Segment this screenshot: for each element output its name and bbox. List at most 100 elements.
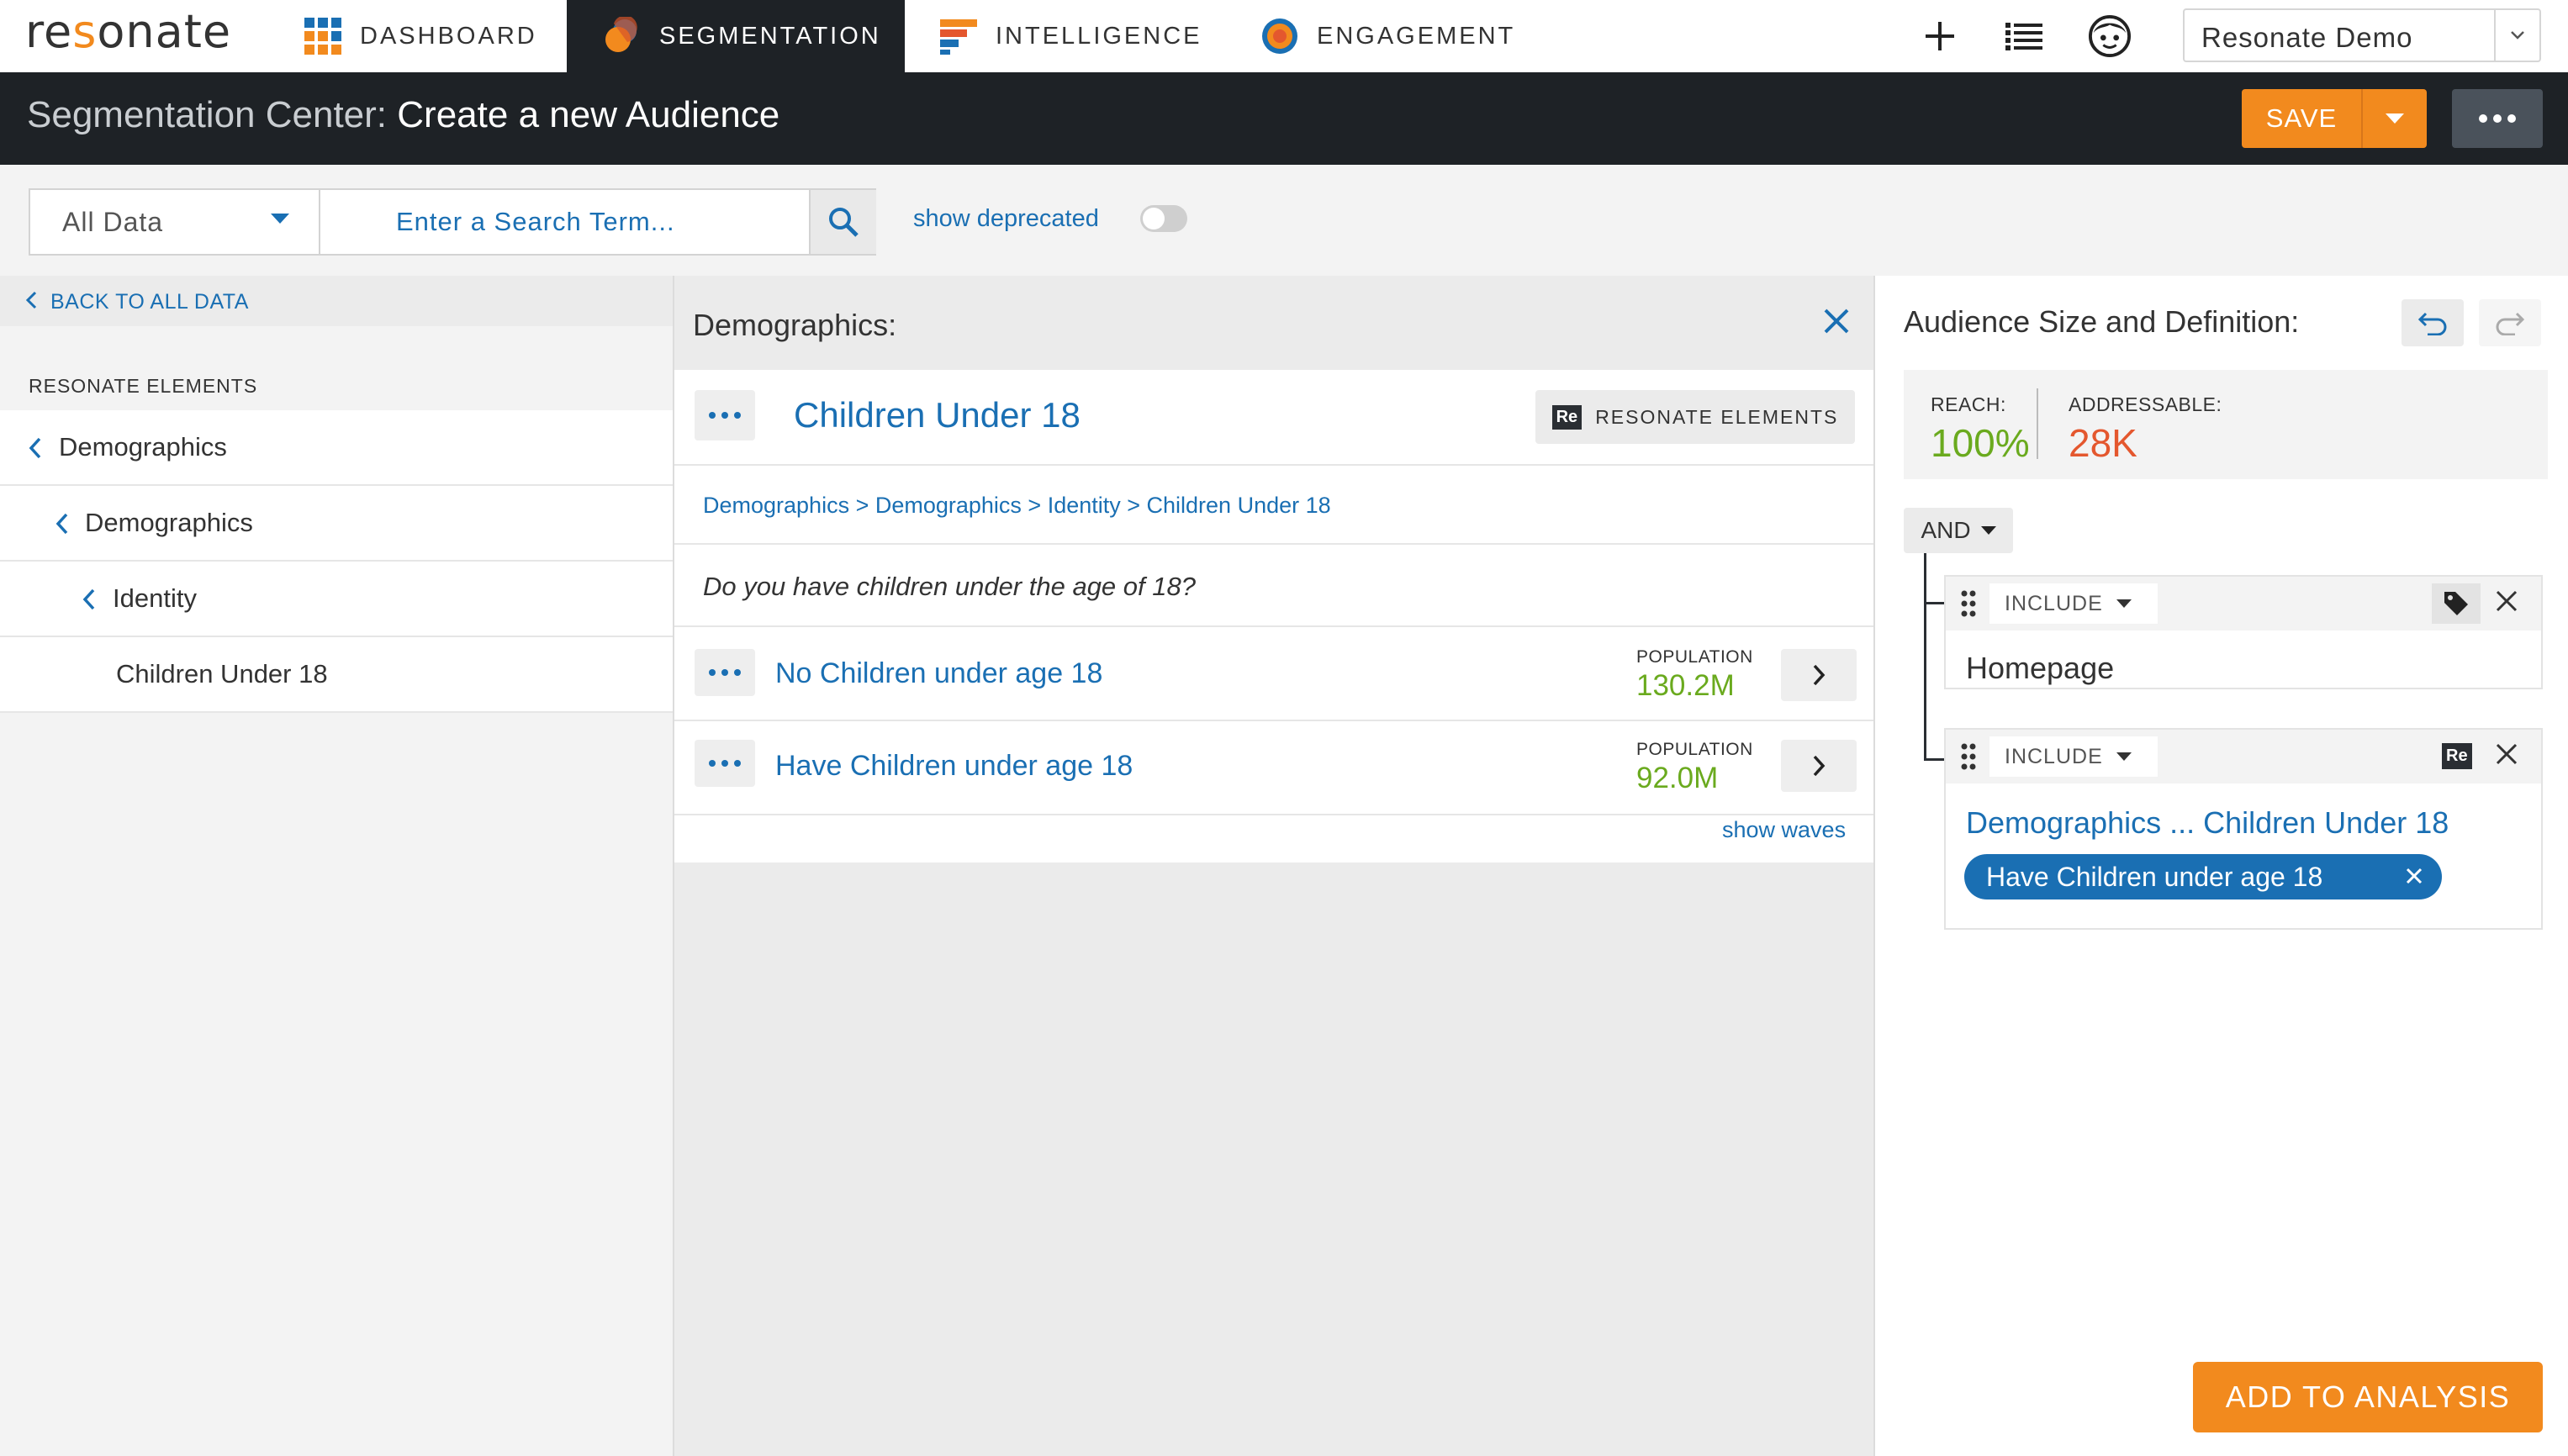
search-box: All Data bbox=[29, 188, 876, 256]
option-label[interactable]: Have Children under age 18 bbox=[775, 750, 1133, 783]
include-label: INCLUDE bbox=[2005, 744, 2103, 768]
tab-segmentation[interactable]: SEGMENTATION bbox=[567, 0, 905, 72]
tree-item-demographics[interactable]: Demographics bbox=[0, 410, 673, 486]
option-menu-button[interactable] bbox=[695, 740, 755, 787]
chevron-right-icon bbox=[1812, 664, 1826, 686]
tree-item-children-under-18[interactable]: Children Under 18 bbox=[0, 637, 673, 713]
reach-label: REACH: bbox=[1931, 393, 2006, 415]
audience-rule: INCLUDE Re Demographics ... Children Und… bbox=[1944, 728, 2543, 930]
account-selector[interactable]: Resonate Demo bbox=[2183, 8, 2541, 62]
audience-rule: INCLUDE Homepage bbox=[1944, 575, 2543, 689]
badge-label: RESONATE ELEMENTS bbox=[1595, 405, 1839, 428]
drag-handle-icon[interactable] bbox=[1961, 743, 1976, 770]
divider bbox=[674, 814, 1873, 815]
include-select[interactable]: INCLUDE bbox=[1989, 736, 2158, 777]
audience-size-box: REACH: 100% ADDRESSABLE: 28K bbox=[1904, 370, 2548, 479]
population-label: POPULATION bbox=[1636, 740, 1753, 759]
toggle-knob bbox=[1143, 208, 1165, 229]
tab-engagement[interactable]: ENGAGEMENT bbox=[1261, 0, 1515, 72]
tab-dashboard-label: DASHBOARD bbox=[360, 22, 537, 50]
population-label: POPULATION bbox=[1636, 647, 1753, 667]
ellipsis-icon bbox=[709, 669, 741, 676]
data-scope-select[interactable]: All Data bbox=[30, 190, 320, 254]
attribute-menu-button[interactable] bbox=[695, 390, 755, 440]
divider bbox=[674, 543, 1873, 545]
chevron-left-icon bbox=[55, 513, 69, 535]
population-value: 130.2M bbox=[1636, 669, 1735, 702]
tree-item-demographics-sub[interactable]: Demographics bbox=[0, 486, 673, 562]
undo-icon bbox=[2417, 310, 2448, 335]
add-option-button[interactable] bbox=[1781, 649, 1857, 701]
attribute-card: Children Under 18 Re RESONATE ELEMENTS D… bbox=[674, 370, 1873, 863]
tree-item-label: Identity bbox=[113, 583, 197, 613]
show-waves-link[interactable]: show waves bbox=[1722, 817, 1846, 843]
tab-dashboard[interactable]: DASHBOARD bbox=[304, 0, 537, 72]
title-bar: Segmentation Center: Create a new Audien… bbox=[0, 72, 2568, 165]
section-label: RESONATE ELEMENTS bbox=[29, 375, 258, 397]
add-option-button[interactable] bbox=[1781, 740, 1857, 792]
redo-button[interactable] bbox=[2479, 299, 2541, 346]
top-navigation: resonate DASHBOARD SEGMENTATION INTELLIG… bbox=[0, 0, 2568, 72]
audience-panel-title: Audience Size and Definition: bbox=[1904, 304, 2300, 339]
search-button[interactable] bbox=[809, 190, 876, 254]
data-scope-value: All Data bbox=[62, 207, 164, 237]
connector-mask bbox=[1924, 761, 1944, 1038]
list-item: No Children under age 18 POPULATION 130.… bbox=[674, 627, 1873, 720]
tab-engagement-label: ENGAGEMENT bbox=[1317, 22, 1516, 50]
caret-down-icon bbox=[1980, 526, 1996, 535]
resonate-logo[interactable]: resonate bbox=[25, 5, 231, 58]
tab-intelligence-label: INTELLIGENCE bbox=[996, 22, 1202, 50]
rule-value: Homepage bbox=[1966, 651, 2115, 685]
tab-intelligence[interactable]: INTELLIGENCE bbox=[940, 0, 1202, 72]
category-header: Demographics: bbox=[674, 276, 1873, 370]
addressable-label: ADDRESSABLE: bbox=[2069, 393, 2222, 415]
operator-select[interactable]: AND bbox=[1904, 508, 2013, 553]
chevron-left-icon bbox=[25, 291, 37, 309]
option-menu-button[interactable] bbox=[695, 649, 755, 696]
save-split-button: SAVE bbox=[2242, 89, 2427, 148]
undo-button[interactable] bbox=[2402, 299, 2464, 346]
show-deprecated-toggle[interactable] bbox=[1140, 205, 1187, 232]
search-icon bbox=[828, 207, 859, 237]
bars-icon bbox=[940, 18, 977, 55]
chevron-left-icon bbox=[29, 437, 42, 459]
search-input[interactable] bbox=[320, 190, 795, 254]
show-deprecated-label: show deprecated bbox=[913, 205, 1099, 232]
divider bbox=[674, 464, 1873, 466]
back-label: BACK TO ALL DATA bbox=[50, 290, 249, 314]
tag-button[interactable] bbox=[2432, 583, 2481, 624]
category-title: Demographics: bbox=[693, 308, 897, 342]
caret-down-icon bbox=[2116, 752, 2132, 761]
more-options-button[interactable] bbox=[2452, 89, 2543, 148]
include-select[interactable]: INCLUDE bbox=[1989, 583, 2158, 624]
search-bar: All Data show deprecated bbox=[0, 165, 2568, 276]
save-button[interactable]: SAVE bbox=[2242, 89, 2361, 148]
include-label: INCLUDE bbox=[2005, 591, 2103, 615]
close-icon[interactable] bbox=[2494, 741, 2519, 767]
re-logo-badge: Re bbox=[1551, 404, 1583, 430]
list-item: Have Children under age 18 POPULATION 92… bbox=[674, 721, 1873, 814]
reach-value: 100% bbox=[1931, 421, 2030, 465]
selected-option-chip: Have Children under age 18 bbox=[1964, 854, 2442, 899]
right-panel: Audience Size and Definition: REACH: 100… bbox=[1875, 276, 2568, 1456]
divider bbox=[2037, 388, 2038, 459]
rule-value[interactable]: Demographics ... Children Under 18 bbox=[1966, 805, 2449, 841]
chip-label: Have Children under age 18 bbox=[1986, 862, 2323, 892]
add-to-analysis-button[interactable]: ADD TO ANALYSIS bbox=[2193, 1362, 2543, 1432]
tree-item-label: Demographics bbox=[85, 508, 253, 537]
user-avatar-icon[interactable] bbox=[2089, 15, 2131, 57]
option-label[interactable]: No Children under age 18 bbox=[775, 657, 1102, 690]
remove-chip-icon[interactable] bbox=[2405, 867, 2423, 885]
close-icon[interactable] bbox=[2494, 588, 2519, 614]
save-options-button[interactable] bbox=[2361, 89, 2427, 148]
list-icon[interactable] bbox=[2003, 15, 2045, 57]
tree-item-label: Children Under 18 bbox=[116, 659, 328, 688]
back-to-all-data-link[interactable]: BACK TO ALL DATA bbox=[0, 276, 673, 326]
plus-icon[interactable] bbox=[1919, 15, 1961, 57]
drag-handle-icon[interactable] bbox=[1961, 590, 1976, 617]
breadcrumb[interactable]: Demographics > Demographics > Identity >… bbox=[703, 493, 1331, 519]
attribute-question: Do you have children under the age of 18… bbox=[703, 572, 1196, 601]
tab-segmentation-label: SEGMENTATION bbox=[659, 22, 881, 50]
close-icon[interactable] bbox=[1823, 308, 1850, 335]
tree-item-identity[interactable]: Identity bbox=[0, 562, 673, 637]
